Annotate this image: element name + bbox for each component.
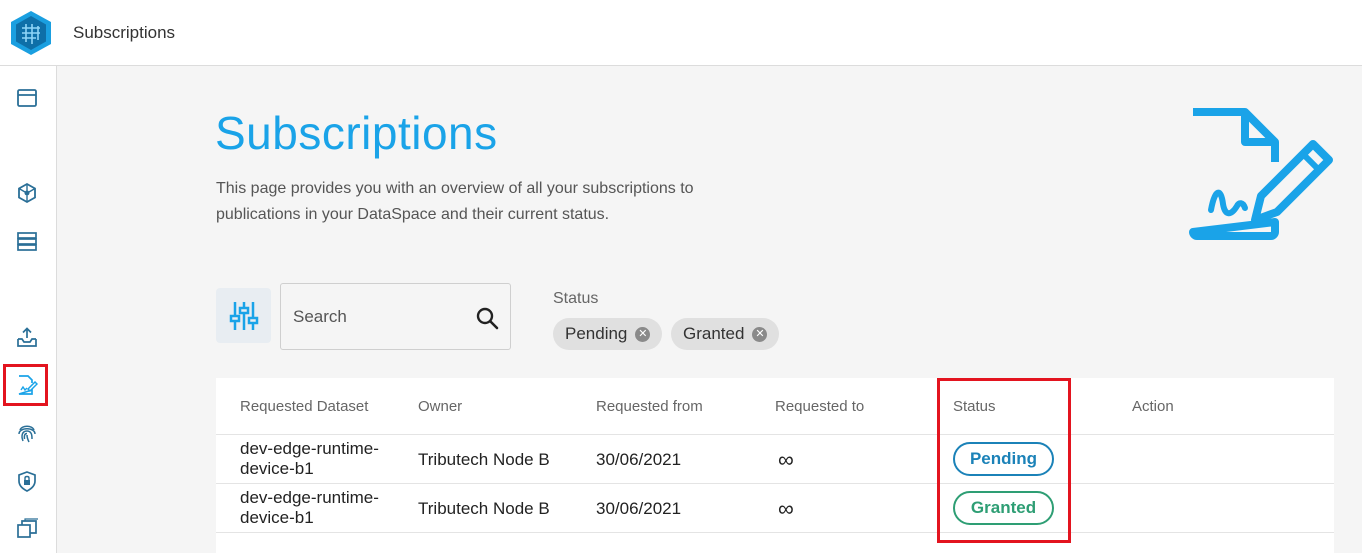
main-content: Subscriptions This page provides you wit… [57, 66, 1362, 553]
column-header-requested-to[interactable]: Requested to [775, 398, 864, 415]
search-icon[interactable] [475, 306, 499, 330]
dataset-cell: dev-edge-runtime-device-b1 [240, 439, 379, 478]
column-header-dataset[interactable]: Requested Dataset [240, 398, 368, 415]
page-description: This page provides you with an overview … [216, 180, 694, 223]
requested-from-cell: 30/06/2021 [596, 450, 682, 469]
server-icon[interactable] [14, 228, 40, 254]
status-chip-pending[interactable]: Pending ✕ [553, 318, 663, 350]
status-chip-granted[interactable]: Granted ✕ [671, 318, 780, 350]
stacked-windows-icon[interactable] [14, 515, 40, 541]
chip-remove-icon[interactable]: ✕ [752, 326, 768, 342]
upload-tray-icon[interactable] [14, 324, 40, 350]
owner-cell: Tributech Node B [418, 499, 550, 518]
sidebar [0, 66, 57, 553]
search-input[interactable] [293, 304, 463, 330]
page-title: Subscriptions [215, 107, 498, 159]
search-field[interactable] [280, 283, 511, 350]
requested-from-cell: 30/06/2021 [596, 499, 682, 518]
sidebar-active-highlight [3, 364, 48, 406]
top-bar: Subscriptions [0, 0, 1362, 66]
fingerprint-icon[interactable] [14, 420, 40, 446]
requested-to-cell: ∞ [778, 447, 794, 472]
filter-toggle-button[interactable] [216, 288, 271, 343]
table-row-divider [216, 532, 1334, 553]
status-column-highlight [937, 378, 1071, 543]
dataset-cell: dev-edge-runtime-device-b1 [240, 488, 379, 527]
shield-lock-icon[interactable] [14, 468, 40, 494]
document-signature-pen-icon [1189, 108, 1333, 240]
window-icon[interactable] [14, 85, 40, 111]
table-row[interactable]: dev-edge-runtime-device-b1 Tributech Nod… [216, 434, 1334, 483]
column-header-owner[interactable]: Owner [418, 398, 462, 415]
chip-label: Granted [683, 324, 745, 343]
hex-cube-logo[interactable] [10, 10, 52, 56]
subscriptions-table: Requested Dataset Owner Requested from R… [216, 378, 1334, 553]
owner-cell: Tributech Node B [418, 450, 550, 469]
requested-to-cell: ∞ [778, 496, 794, 521]
topbar-title: Subscriptions [73, 23, 176, 42]
sliders-icon [229, 301, 258, 330]
status-filter-label: Status [553, 290, 599, 307]
chip-remove-icon[interactable]: ✕ [635, 326, 651, 342]
table-row[interactable]: dev-edge-runtime-device-b1 Tributech Nod… [216, 483, 1334, 532]
network-hex-icon[interactable] [14, 180, 40, 206]
column-header-action: Action [1132, 398, 1174, 415]
chip-label: Pending [565, 324, 628, 343]
column-header-requested-from[interactable]: Requested from [596, 398, 703, 415]
